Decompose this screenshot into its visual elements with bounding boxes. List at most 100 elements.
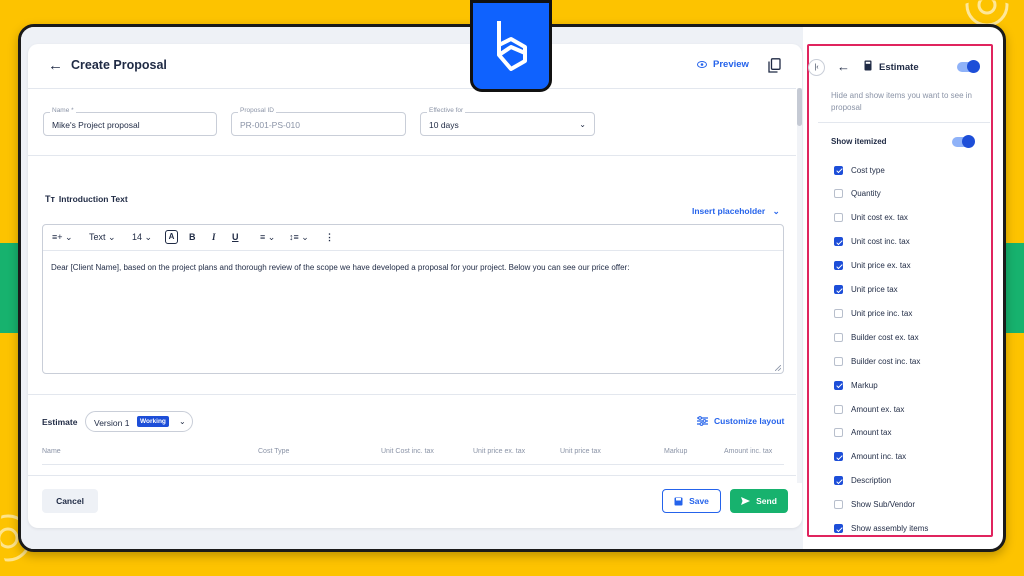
checkbox-label: Unit cost inc. tax [851,237,910,247]
insert-placeholder-button[interactable]: Insert placeholder ⌄ [692,206,780,217]
sidebar-checkbox-item[interactable]: Cost type [834,164,885,176]
align-icon[interactable]: ≡ ⌄ [260,232,275,243]
font-size-value: 14 [132,232,143,242]
sidebar-checkbox-item[interactable]: Amount inc. tax [834,451,906,463]
text-style-select[interactable]: Text ⌄ [89,232,116,243]
sidebar-checkbox-item[interactable]: Markup [834,379,878,391]
sidebar-checkbox-item[interactable]: Amount tax [834,427,891,439]
effective-for-value: 10 days [429,120,459,130]
send-button[interactable]: Send [730,489,788,513]
save-button[interactable]: Save [662,489,721,513]
checkbox[interactable] [834,213,843,223]
column-header-cost-type: Cost Type [258,448,290,455]
sidebar-checkbox-item[interactable]: Show assembly items [834,523,928,535]
sidebar-checkbox-item[interactable]: Builder cost inc. tax [834,355,920,367]
bold-button[interactable]: B [189,232,196,242]
estimate-label: Estimate [42,417,78,427]
column-header-name: Name [42,448,61,455]
back-arrow-icon[interactable]: ← [48,57,63,74]
logo-icon [497,21,527,71]
sidebar-title: Estimate [879,62,919,73]
sidebar-checkbox-item[interactable]: Unit cost ex. tax [834,212,908,224]
sidebar-checkbox-item[interactable]: Unit price tax [834,284,898,296]
sidebar-description: Hide and show items you want to see in p… [831,91,972,112]
version-select[interactable]: Version 1 Working ⌄ [85,411,193,432]
collapse-sidebar-icon[interactable]: |‹ [808,59,825,76]
show-itemized-label: Show itemized [831,137,887,146]
sidebar-checkbox-item[interactable]: Unit price inc. tax [834,307,912,319]
underline-button[interactable]: U [232,232,239,242]
checkbox[interactable] [834,308,843,318]
show-itemized-toggle[interactable] [952,135,975,148]
scrollbar[interactable] [797,88,802,483]
column-header-amount-inc-tax: Amount inc. tax [724,448,773,455]
sidebar-divider [818,122,990,123]
checkbox[interactable] [834,237,843,247]
column-header-unit-cost-inc-tax: Unit Cost inc. tax [381,448,434,455]
checkbox-label: Amount ex. tax [851,404,905,414]
send-label: Send [756,496,777,506]
checkbox[interactable] [834,452,843,462]
checkbox[interactable] [834,189,843,199]
sidebar-checkbox-item[interactable]: Unit price ex. tax [834,260,911,272]
checkbox[interactable] [834,404,843,414]
more-options-icon[interactable]: ⋮ [325,232,334,243]
customize-layout-button[interactable]: Customize layout [697,416,784,426]
preview-button[interactable]: Preview [697,59,749,70]
sidebar-checkbox-item[interactable]: Quantity [834,188,881,200]
checkbox-label: Markup [851,380,878,390]
sidebar-checkbox-item[interactable]: Amount ex. tax [834,403,904,415]
checkbox[interactable] [834,428,843,438]
checkbox-label: Amount inc. tax [851,452,907,462]
back-arrow-icon[interactable]: ← [837,59,850,74]
resize-handle-icon[interactable] [775,365,781,371]
sidebar-checkbox-item[interactable]: Unit cost inc. tax [834,236,910,248]
scrollbar-thumb[interactable] [797,88,802,126]
save-label: Save [689,496,709,506]
text-style-value: Text [89,232,106,242]
checkbox[interactable] [834,476,843,486]
insert-placeholder-label: Insert placeholder [692,206,766,216]
estimate-toggle[interactable] [957,60,980,73]
checkbox-label: Cost type [851,165,885,175]
checkbox-label: Show assembly items [851,524,929,533]
preview-label: Preview [713,59,749,70]
intro-editor[interactable]: ≡+ ⌄ Text ⌄ 14 ⌄ A B I U ≡ ⌄ ↕≡ ⌄ ⋮ Dear… [42,224,784,374]
effective-for-select[interactable]: Effective for 10 days ⌄ [420,107,595,136]
sidebar-checkbox-item[interactable]: Show Sub/Vendor [834,499,915,511]
checkbox[interactable] [834,500,843,510]
cancel-button[interactable]: Cancel [42,489,98,513]
proposal-id-field[interactable]: Proposal ID PR-001-PS-010 [231,107,406,136]
checkbox-label: Show Sub/Vendor [851,500,916,510]
checkbox[interactable] [834,356,843,366]
section-divider [28,394,796,395]
brand-logo [470,0,552,92]
insert-block-icon[interactable]: ≡+ ⌄ [52,232,73,243]
checkbox[interactable] [834,261,843,271]
footer-divider [28,475,796,476]
checkbox[interactable] [834,332,843,342]
header-divider [28,88,796,89]
text-color-icon[interactable]: A [165,230,178,244]
save-icon [674,497,683,505]
calculator-icon [864,60,872,71]
font-size-select[interactable]: 14 ⌄ [132,232,152,243]
line-height-icon[interactable]: ↕≡ ⌄ [289,232,309,243]
proposal-id-label: Proposal ID [238,107,276,114]
checkbox-label: Unit cost ex. tax [851,213,908,223]
checkbox-label: Builder cost ex. tax [851,332,919,342]
checkbox[interactable] [834,165,843,175]
status-badge: Working [137,416,169,427]
checkbox[interactable] [834,524,843,533]
customize-layout-label: Customize layout [714,416,785,426]
checkbox-label: Description [851,476,892,486]
italic-button[interactable]: I [212,232,216,242]
copy-icon[interactable] [768,58,781,73]
sliders-icon [697,416,708,426]
checkbox[interactable] [834,285,843,294]
eye-icon [697,61,707,68]
sidebar-checkbox-item[interactable]: Builder cost ex. tax [834,331,919,343]
checkbox[interactable] [834,380,843,390]
name-field[interactable]: Name * Mike's Project proposal [43,107,217,136]
sidebar-checkbox-item[interactable]: Description [834,475,891,487]
